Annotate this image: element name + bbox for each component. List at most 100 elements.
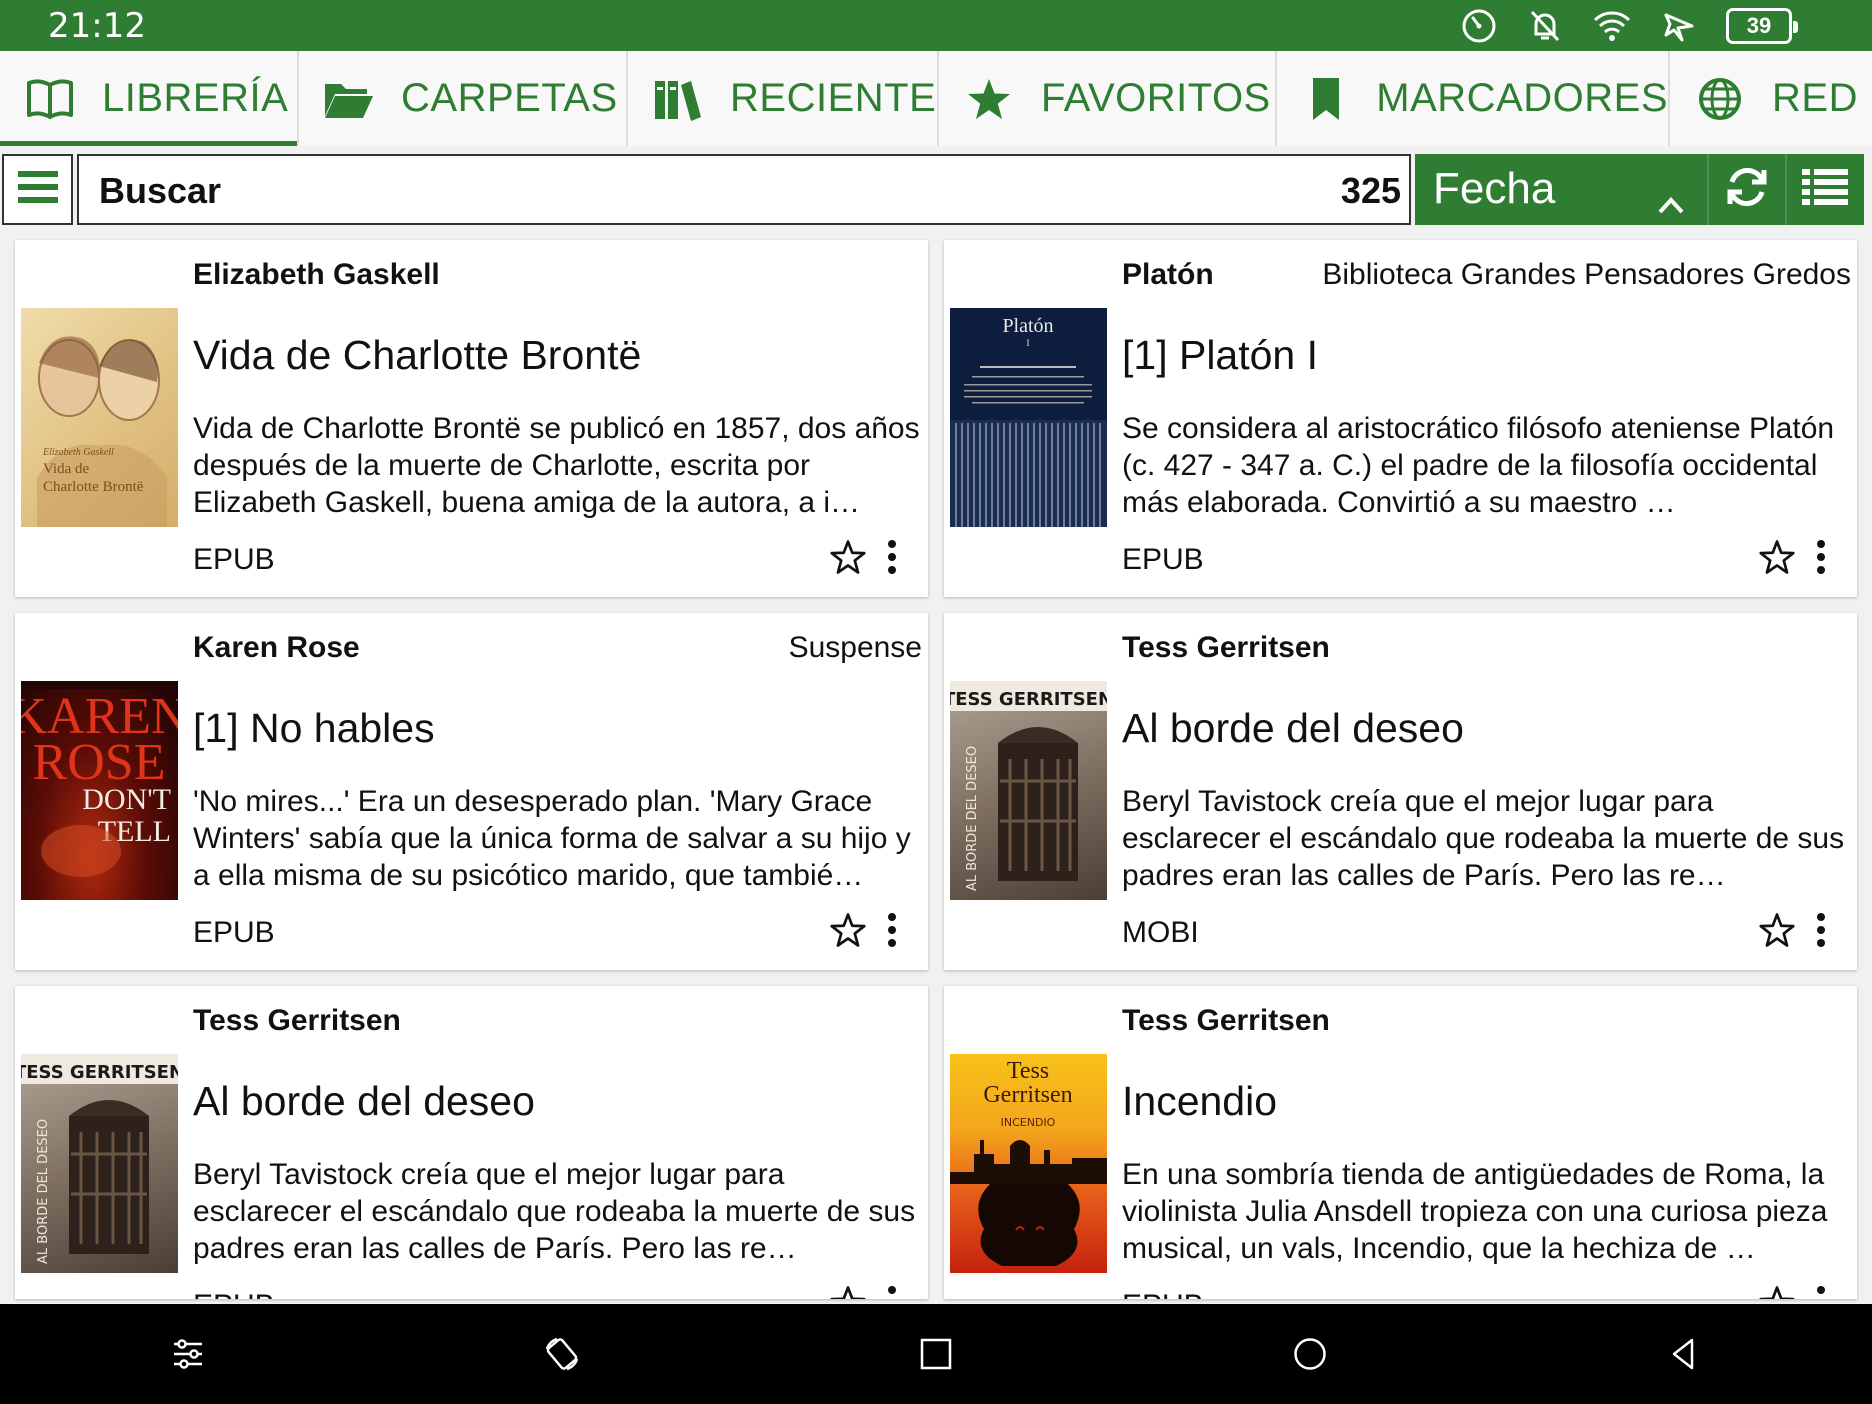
book-cover: Platón I xyxy=(950,308,1107,527)
book-description: Beryl Tavistock creía que el mejor lugar… xyxy=(193,1158,916,1265)
book-format: MOBI xyxy=(1122,916,1199,949)
more-options-button[interactable] xyxy=(1806,911,1836,953)
wifi-icon xyxy=(1592,8,1632,44)
star-outline-icon xyxy=(1759,1285,1795,1299)
favorite-button[interactable] xyxy=(1756,1284,1798,1299)
library-tabs: LIBRERÍA CARPETAS RECIENTE FAVORITOS MAR… xyxy=(0,51,1872,146)
tab-label: RECIENTE xyxy=(730,76,937,120)
book-cover: TESS GERRITSEN AL BORDE DEL DESEO xyxy=(950,681,1107,900)
star-outline-icon xyxy=(1759,539,1795,579)
book-author: Platón xyxy=(1122,258,1214,291)
tab-label: FAVORITOS xyxy=(1041,76,1271,120)
book-author: Elizabeth Gaskell xyxy=(193,258,440,291)
book-format: EPUB xyxy=(193,543,275,576)
tab-libreria[interactable]: LIBRERÍA xyxy=(0,51,299,146)
nav-settings-button[interactable] xyxy=(164,1332,212,1380)
tab-label: RED xyxy=(1772,76,1858,120)
search-placeholder: Buscar xyxy=(99,170,222,211)
more-options-button[interactable] xyxy=(1806,538,1836,580)
nav-recents-button[interactable] xyxy=(912,1332,960,1380)
tab-label: CARPETAS xyxy=(401,76,618,120)
book-cover: Elizabeth Gaskell Vida de Charlotte Bron… xyxy=(21,308,178,527)
book-open-icon xyxy=(22,71,78,127)
svg-text:Vida de: Vida de xyxy=(43,461,90,477)
book-author: Tess Gerritsen xyxy=(1122,1004,1330,1037)
tab-marcadores[interactable]: MARCADORES xyxy=(1277,51,1670,146)
refresh-button[interactable] xyxy=(1707,154,1785,225)
tab-label: MARCADORES xyxy=(1376,76,1668,120)
tab-reciente[interactable]: RECIENTE xyxy=(628,51,939,146)
star-outline-icon xyxy=(830,539,866,579)
more-options-button[interactable] xyxy=(877,911,907,953)
cover-text: INCENDIO xyxy=(1001,1116,1056,1129)
battery-indicator: 39 xyxy=(1726,8,1798,44)
favorite-button[interactable] xyxy=(827,1284,869,1299)
cover-text: TESS GERRITSEN xyxy=(950,689,1107,710)
tab-red[interactable]: RED xyxy=(1670,51,1872,146)
favorite-button[interactable] xyxy=(827,911,869,953)
book-title: Vida de Charlotte Brontë xyxy=(193,332,642,378)
favorite-button[interactable] xyxy=(827,538,869,580)
books-shelf-icon xyxy=(650,71,706,127)
star-outline-icon xyxy=(1759,912,1795,952)
book-series: Biblioteca Grandes Pensadores Gredos xyxy=(1322,258,1851,291)
book-series: Suspense xyxy=(788,631,922,664)
nav-home-button[interactable] xyxy=(1286,1332,1334,1380)
nav-back-button[interactable] xyxy=(1659,1332,1707,1380)
book-card[interactable]: TESS GERRITSEN AL BORDE DEL DESEO Tess G… xyxy=(944,613,1857,970)
book-card[interactable]: Tess Gerritsen INCENDIO Tess Gerritsen I… xyxy=(944,986,1857,1299)
book-count: 325 xyxy=(1340,170,1401,211)
nav-rotate-button[interactable] xyxy=(538,1332,586,1380)
system-nav-bar xyxy=(0,1304,1872,1404)
book-card[interactable]: Elizabeth Gaskell Vida de Charlotte Bron… xyxy=(15,240,928,597)
svg-text:Charlotte Brontë: Charlotte Brontë xyxy=(43,479,144,495)
sort-dropdown[interactable]: Fecha xyxy=(1415,154,1707,225)
more-options-button[interactable] xyxy=(877,1284,907,1299)
status-icons: 39 xyxy=(1460,5,1798,47)
tab-label: LIBRERÍA xyxy=(102,76,289,120)
status-bar: 21:12 39 xyxy=(0,0,1872,51)
star-outline-icon xyxy=(830,1285,866,1299)
more-vert-icon xyxy=(1816,912,1826,953)
hamburger-icon xyxy=(17,169,58,210)
book-cover: Tess Gerritsen INCENDIO xyxy=(950,1054,1107,1273)
notifications-off-icon xyxy=(1526,7,1564,45)
airplane-off-icon xyxy=(1660,7,1698,45)
cover-text: Elizabeth Gaskell xyxy=(42,447,114,458)
cover-text: I xyxy=(1027,338,1030,348)
book-description: 'No mires...' Era un desesperado plan. '… xyxy=(193,785,911,892)
book-cover: TESS GERRITSEN AL BORDE DEL DESEO xyxy=(21,1054,178,1273)
book-card[interactable]: KAREN ROSE DON'T TELL Karen Rose Suspens… xyxy=(15,613,928,970)
cover-text: Gerritsen xyxy=(983,1082,1072,1108)
cover-text: TESS GERRITSEN xyxy=(21,1062,178,1083)
book-title: [1] Platón I xyxy=(1122,332,1319,378)
more-options-button[interactable] xyxy=(1806,1284,1836,1299)
book-title: Al borde del deseo xyxy=(1122,705,1464,751)
globe-icon xyxy=(1692,71,1748,127)
book-author: Tess Gerritsen xyxy=(1122,631,1330,664)
view-mode-button[interactable] xyxy=(1785,154,1863,225)
book-title: Al borde del deseo xyxy=(193,1078,535,1124)
search-input[interactable]: Buscar 325 xyxy=(77,154,1411,225)
sliders-icon xyxy=(171,1337,205,1376)
favorite-button[interactable] xyxy=(1756,911,1798,953)
timer-icon xyxy=(1460,7,1498,45)
refresh-icon xyxy=(1724,164,1770,215)
tab-carpetas[interactable]: CARPETAS xyxy=(299,51,628,146)
tab-favoritos[interactable]: FAVORITOS xyxy=(939,51,1277,146)
book-card[interactable]: TESS GERRITSEN AL BORDE DEL DESEO Tess G… xyxy=(15,986,928,1299)
favorite-button[interactable] xyxy=(1756,538,1798,580)
book-description: En una sombría tienda de antigüedades de… xyxy=(1122,1158,1828,1265)
cover-text: Tess xyxy=(1007,1058,1049,1084)
book-description: Se considera al aristocrático filósofo a… xyxy=(1122,412,1835,519)
cover-text: AL BORDE DEL DESEO xyxy=(36,1119,51,1264)
book-title: [1] No hables xyxy=(193,705,435,751)
search-toolbar: Buscar 325 Fecha xyxy=(0,152,1872,226)
menu-button[interactable] xyxy=(2,154,73,225)
clock: 21:12 xyxy=(48,6,146,46)
more-vert-icon xyxy=(1816,1285,1826,1299)
list-view-icon xyxy=(1802,167,1848,212)
book-card[interactable]: Platón I Platón Biblioteca Grandes Pensa… xyxy=(944,240,1857,597)
more-options-button[interactable] xyxy=(877,538,907,580)
book-format: EPUB xyxy=(193,916,275,949)
